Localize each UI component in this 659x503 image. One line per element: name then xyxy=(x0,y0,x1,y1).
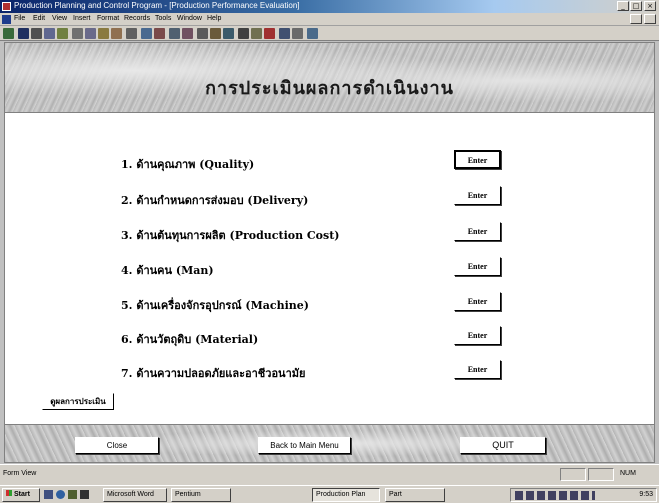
start-label: Start xyxy=(14,491,30,498)
view-results-button[interactable]: ดูผลการประเมิน xyxy=(42,393,114,410)
cut-icon[interactable] xyxy=(72,28,83,39)
quick-launch xyxy=(44,489,96,501)
task-part[interactable]: Part xyxy=(385,488,445,502)
start-button[interactable]: Start xyxy=(2,488,40,502)
filter-by-form-icon[interactable] xyxy=(210,28,221,39)
criterion-man-label: 4. ด้านคน (Man) xyxy=(121,264,214,277)
task-pentium[interactable]: Pentium xyxy=(171,488,231,502)
enter-material-button[interactable]: Enter xyxy=(454,326,501,345)
window-title: Production Planning and Control Program … xyxy=(14,1,300,10)
quit-button[interactable]: QUIT xyxy=(460,437,546,454)
menu-records[interactable]: Records xyxy=(124,15,150,22)
print-icon[interactable] xyxy=(31,28,42,39)
web-toolbar-icon[interactable] xyxy=(154,28,165,39)
insert-hyperlink-icon[interactable] xyxy=(141,28,152,39)
sort-descending-icon[interactable] xyxy=(182,28,193,39)
menu-tools[interactable]: Tools xyxy=(155,15,171,22)
new-record-icon[interactable] xyxy=(251,28,262,39)
maximize-button[interactable]: □ xyxy=(630,1,642,11)
window-titlebar: Production Planning and Control Program … xyxy=(0,0,659,13)
menu-format[interactable]: Format xyxy=(97,15,119,22)
paste-icon[interactable] xyxy=(98,28,109,39)
back-to-main-menu-button[interactable]: Back to Main Menu xyxy=(258,437,351,454)
ie-icon[interactable] xyxy=(56,490,65,499)
undo-icon[interactable] xyxy=(126,28,137,39)
enter-cost-button[interactable]: Enter xyxy=(454,222,501,241)
system-tray: 9:53 xyxy=(510,488,657,502)
close-button[interactable]: Close xyxy=(75,437,159,454)
spelling-icon[interactable] xyxy=(57,28,68,39)
menu-file[interactable]: File xyxy=(14,15,25,22)
outlook-icon[interactable] xyxy=(68,490,77,499)
menu-window[interactable]: Window xyxy=(177,15,202,22)
evaluation-form: การประเมินผลการดำเนินงาน 1. ด้านคุณภาพ (… xyxy=(4,42,655,463)
delete-record-icon[interactable] xyxy=(264,28,275,39)
office-assistant-icon[interactable] xyxy=(307,28,318,39)
form-header: การประเมินผลการดำเนินงาน xyxy=(5,43,654,113)
sort-ascending-icon[interactable] xyxy=(169,28,180,39)
criterion-quality-label: 1. ด้านคุณภาพ (Quality) xyxy=(121,158,255,171)
media-icon[interactable] xyxy=(80,490,89,499)
filter-by-selection-icon[interactable] xyxy=(197,28,208,39)
menu-bar: File Edit View Insert Format Records Too… xyxy=(0,13,659,26)
status-pane xyxy=(560,468,586,481)
database-window-icon[interactable] xyxy=(279,28,290,39)
close-doc-button[interactable] xyxy=(644,14,656,24)
status-pane xyxy=(588,468,614,481)
form-title: การประเมินผลการดำเนินงาน xyxy=(205,78,454,99)
menu-insert[interactable]: Insert xyxy=(73,15,91,22)
restore-doc-button[interactable] xyxy=(630,14,642,24)
menu-help[interactable]: Help xyxy=(207,15,221,22)
criterion-material-label: 6. ด้านวัตถุดิบ (Material) xyxy=(121,333,259,346)
copy-icon[interactable] xyxy=(85,28,96,39)
enter-delivery-button[interactable]: Enter xyxy=(454,186,501,205)
taskbar: Start Microsoft Word Pentium Production … xyxy=(0,485,659,503)
criterion-machine-label: 5. ด้านเครื่องจักรอุปกรณ์ (Machine) xyxy=(121,299,309,312)
toolbar xyxy=(0,26,659,41)
tray-icons xyxy=(515,491,595,500)
clock: 9:53 xyxy=(639,491,653,498)
form-footer: Close Back to Main Menu QUIT xyxy=(5,424,654,462)
save-icon[interactable] xyxy=(18,28,29,39)
criterion-safety-label: 7. ด้านความปลอดภัยและอาชีวอนามัย xyxy=(121,367,306,380)
desktop-icon[interactable] xyxy=(44,490,53,499)
windows-logo-icon xyxy=(6,490,12,496)
find-icon[interactable] xyxy=(238,28,249,39)
menu-view[interactable]: View xyxy=(52,15,67,22)
view-icon[interactable] xyxy=(3,28,14,39)
task-word[interactable]: Microsoft Word xyxy=(103,488,167,502)
criterion-cost-label: 3. ด้านต้นทุนการผลิต (Production Cost) xyxy=(121,229,340,242)
close-window-button[interactable]: × xyxy=(644,1,656,11)
print-preview-icon[interactable] xyxy=(44,28,55,39)
enter-safety-button[interactable]: Enter xyxy=(454,360,501,379)
criterion-delivery-label: 2. ด้านกำหนดการส่งมอบ (Delivery) xyxy=(121,194,309,207)
document-icon xyxy=(2,15,11,24)
apply-filter-icon[interactable] xyxy=(223,28,234,39)
enter-quality-button[interactable]: Enter xyxy=(454,150,501,169)
minimize-button[interactable]: _ xyxy=(617,1,629,11)
format-painter-icon[interactable] xyxy=(111,28,122,39)
enter-man-button[interactable]: Enter xyxy=(454,257,501,276)
new-object-icon[interactable] xyxy=(292,28,303,39)
access-app-icon xyxy=(2,2,11,11)
status-text: Form View xyxy=(3,470,37,477)
menu-edit[interactable]: Edit xyxy=(33,15,45,22)
enter-machine-button[interactable]: Enter xyxy=(454,292,501,311)
status-bar: Form View NUM xyxy=(0,464,659,485)
num-lock-indicator: NUM xyxy=(620,470,636,477)
task-production-plan[interactable]: Production Plan xyxy=(312,488,380,502)
